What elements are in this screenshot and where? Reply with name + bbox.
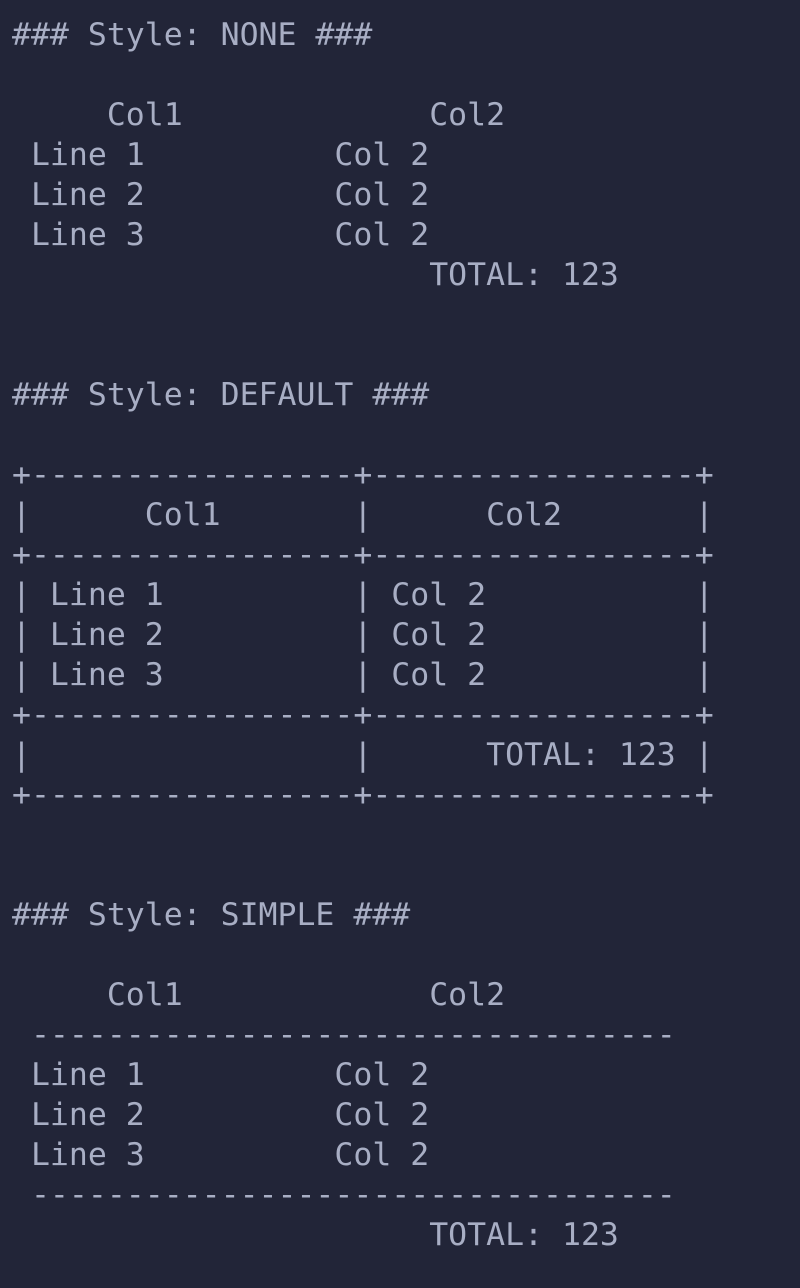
simple-table-row-1: Line 1 Col 2: [12, 1057, 430, 1093]
heading-style-none: ### Style: NONE ###: [12, 17, 373, 53]
simple-table-total: TOTAL: 123: [12, 1217, 619, 1253]
none-table-row-1: Line 1 Col 2: [12, 137, 430, 173]
heading-style-simple: ### Style: SIMPLE ###: [12, 897, 411, 933]
none-table-row-3: Line 3 Col 2: [12, 217, 430, 253]
none-table-header: Col1 Col2: [12, 97, 506, 133]
simple-table-row-3: Line 3 Col 2: [12, 1137, 430, 1173]
none-table-total: TOTAL: 123: [12, 257, 619, 293]
default-table-header-separator: +-----------------+-----------------+: [12, 537, 714, 573]
default-table-border-top: +-----------------+-----------------+: [12, 457, 714, 493]
heading-style-default: ### Style: DEFAULT ###: [12, 377, 430, 413]
default-table-row-1: | Line 1 | Col 2 |: [12, 577, 714, 613]
default-table-footer-separator: +-----------------+-----------------+: [12, 697, 714, 733]
none-table-row-2: Line 2 Col 2: [12, 177, 430, 213]
default-table-row-3: | Line 3 | Col 2 |: [12, 657, 714, 693]
simple-table-header: Col1 Col2: [12, 977, 506, 1013]
default-table-header: | Col1 | Col2 |: [12, 497, 714, 533]
simple-table-header-rule: ----------------------------------: [12, 1017, 676, 1053]
default-table-row-2: | Line 2 | Col 2 |: [12, 617, 714, 653]
terminal-output: ### Style: NONE ### Col1 Col2 Line 1 Col…: [12, 15, 800, 1255]
simple-table-footer-rule: ----------------------------------: [12, 1177, 676, 1213]
default-table-total: | | TOTAL: 123 |: [12, 737, 714, 773]
simple-table-row-2: Line 2 Col 2: [12, 1097, 430, 1133]
default-table-border-bottom: +-----------------+-----------------+: [12, 777, 714, 813]
